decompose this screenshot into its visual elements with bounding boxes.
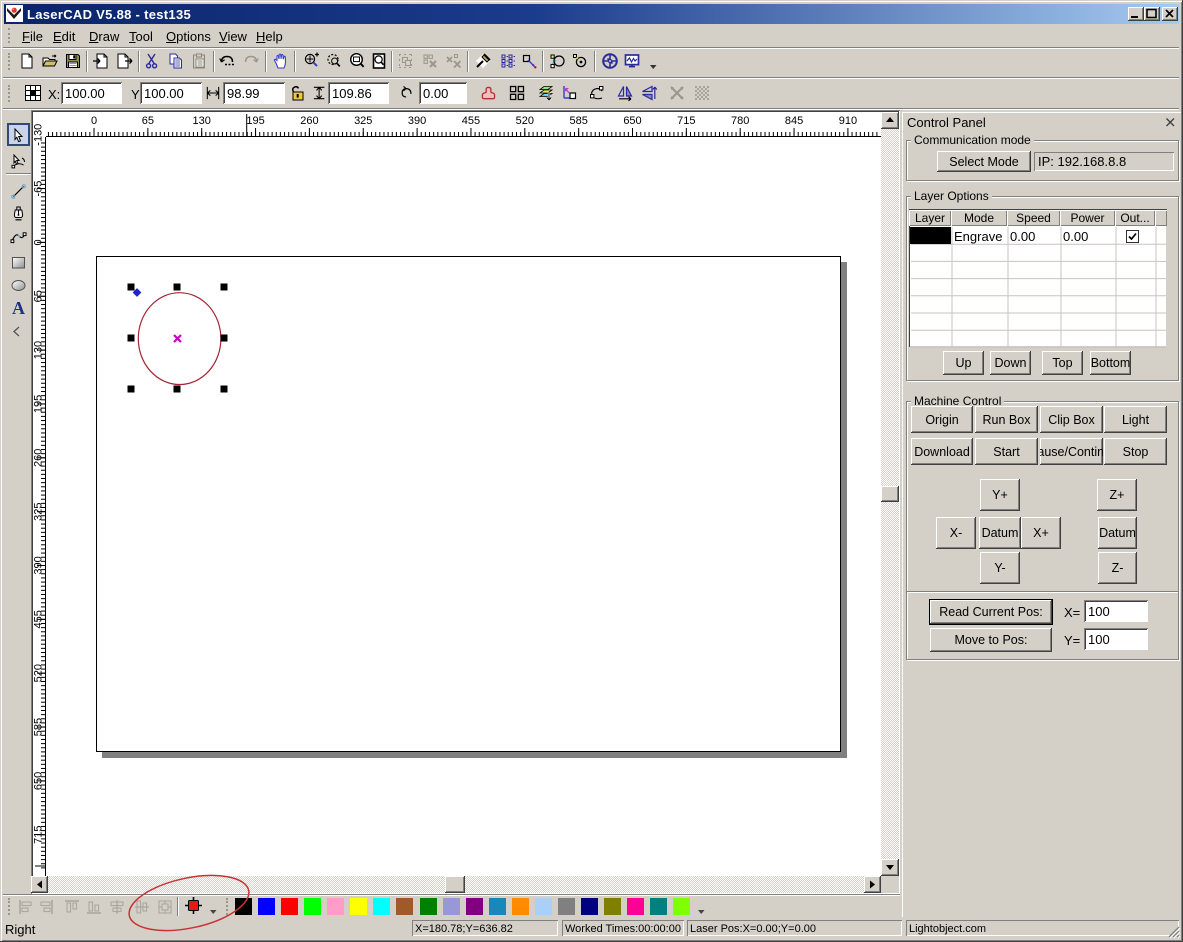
svg-text:585: 585 <box>569 115 587 127</box>
svg-text:A: A <box>12 298 25 318</box>
svg-text:260: 260 <box>300 115 318 127</box>
svg-text:-130: -130 <box>33 124 45 146</box>
svg-text:650: 650 <box>623 115 641 127</box>
svg-text:0: 0 <box>91 115 97 127</box>
svg-text:390: 390 <box>408 115 426 127</box>
svg-text:780: 780 <box>731 115 749 127</box>
svg-text:390: 390 <box>33 556 45 574</box>
svg-text:0: 0 <box>33 239 45 245</box>
svg-text:520: 520 <box>33 664 45 682</box>
svg-text:195: 195 <box>246 115 264 127</box>
svg-text:195: 195 <box>33 395 45 413</box>
svg-text:130: 130 <box>33 341 45 359</box>
svg-text:455: 455 <box>462 115 480 127</box>
svg-text:715: 715 <box>33 826 45 844</box>
svg-text:260: 260 <box>33 449 45 467</box>
svg-text:455: 455 <box>33 610 45 628</box>
svg-text:325: 325 <box>354 115 372 127</box>
svg-text:650: 650 <box>33 772 45 790</box>
svg-text:-65: -65 <box>33 181 45 197</box>
svg-text:585: 585 <box>33 718 45 736</box>
svg-text:130: 130 <box>193 115 211 127</box>
svg-text:910: 910 <box>839 115 857 127</box>
svg-text:845: 845 <box>785 115 803 127</box>
svg-text:65: 65 <box>142 115 154 127</box>
svg-text:520: 520 <box>516 115 534 127</box>
svg-text:65: 65 <box>33 290 45 302</box>
svg-text:325: 325 <box>33 502 45 520</box>
svg-text:715: 715 <box>677 115 695 127</box>
